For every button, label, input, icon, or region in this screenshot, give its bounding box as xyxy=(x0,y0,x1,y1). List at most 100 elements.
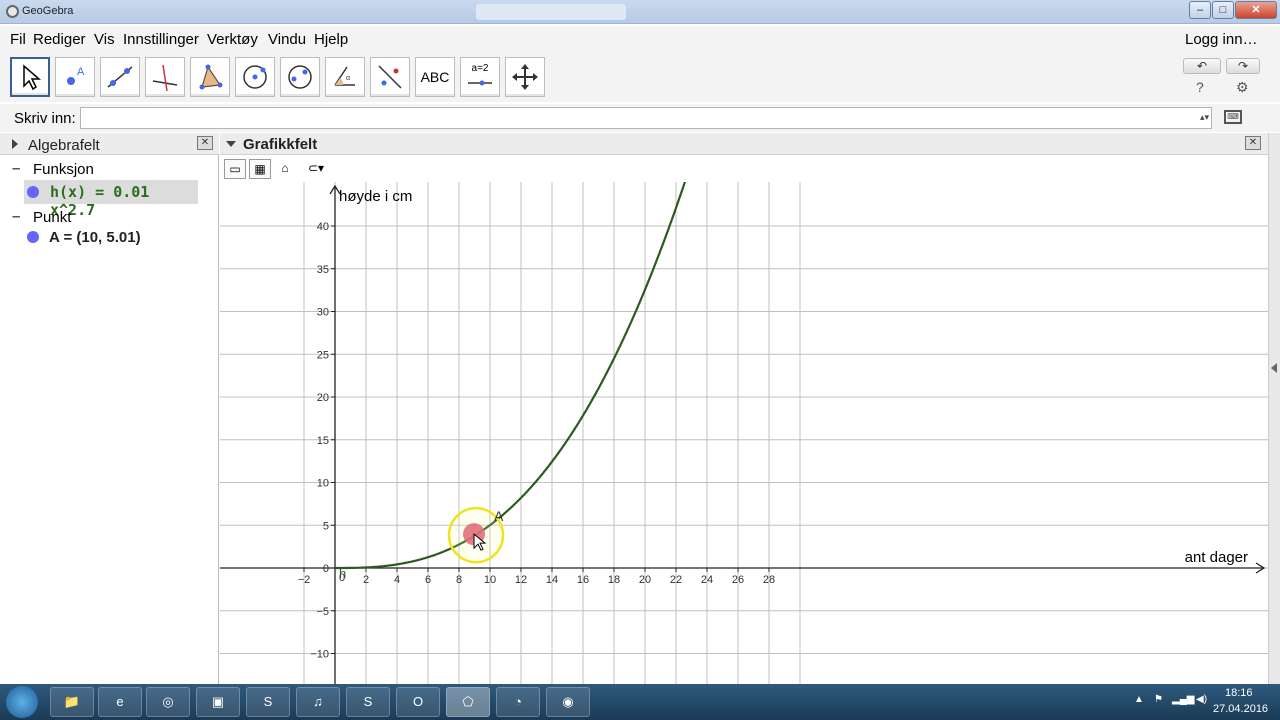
x-tick-label: 20 xyxy=(639,574,651,586)
menu-fil[interactable]: Fil xyxy=(10,31,26,48)
toolbar: A α ABC a=2 xyxy=(0,52,1280,102)
ellipse-icon xyxy=(288,65,312,89)
algebra-header[interactable]: Algebrafelt ✕ xyxy=(0,133,219,155)
input-field[interactable] xyxy=(80,107,1212,129)
point-capture-icon[interactable]: ⊂▾ xyxy=(298,159,334,179)
y-axis-label: høyde i cm xyxy=(339,188,412,205)
taskbar-outlook[interactable]: O xyxy=(396,687,440,717)
menu-vis[interactable]: Vis xyxy=(94,31,115,48)
settings-gear-icon[interactable]: ⚙ xyxy=(1236,79,1249,96)
perpendicular-tool-button[interactable] xyxy=(145,57,185,97)
x-tick-label: 14 xyxy=(546,574,558,586)
input-history-arrow-icon[interactable]: ▴▾ xyxy=(1200,112,1209,123)
slider-tool-button[interactable]: a=2 xyxy=(460,57,500,97)
maximize-button[interactable]: □ xyxy=(1212,1,1234,19)
point-tool-button[interactable]: A xyxy=(55,57,95,97)
taskbar-app-4[interactable]: ▣ xyxy=(196,687,240,717)
perpendicular-line-icon xyxy=(152,64,178,92)
close-button[interactable]: ✕ xyxy=(1235,1,1277,19)
algebra-close-icon[interactable]: ✕ xyxy=(197,136,213,150)
graphics-header[interactable]: Grafikkfelt ✕ xyxy=(220,133,1268,155)
point-a-label: A xyxy=(494,508,504,524)
x-tick-label: 16 xyxy=(577,574,589,586)
polygon-tool-button[interactable] xyxy=(190,57,230,97)
y-tick-label: 20 xyxy=(317,392,329,404)
start-button[interactable] xyxy=(6,686,38,718)
move-tool-button[interactable] xyxy=(10,57,50,97)
expand-arrow-icon[interactable] xyxy=(1271,363,1277,373)
angle-tool-button[interactable]: α xyxy=(325,57,365,97)
taskbar-app-10[interactable]: ◔ xyxy=(496,687,540,717)
axes-toggle-icon[interactable]: ▭ xyxy=(224,159,246,179)
point-definition[interactable]: A = (10, 5.01) xyxy=(49,229,141,246)
menu-bar: Fil Rediger Vis Innstillinger Verktøy Vi… xyxy=(0,26,1280,52)
taskbar-app-11[interactable]: ◉ xyxy=(546,687,590,717)
taskbar-geogebra[interactable]: ⬠ xyxy=(446,687,490,717)
menu-innstillinger[interactable]: Innstillinger xyxy=(123,31,199,48)
graphics-panel: Grafikkfelt ✕ ▭ ▦ ⌂ ⊂▾ −2 2 4 6 8 10 12 14 16 18 2… xyxy=(220,133,1268,684)
x-tick-label: 24 xyxy=(701,574,713,586)
reflect-tool-button[interactable] xyxy=(370,57,410,97)
graphics-close-icon[interactable]: ✕ xyxy=(1245,136,1261,150)
tray-flag-icon[interactable]: ⚑ xyxy=(1154,694,1163,705)
input-label: Skriv inn: xyxy=(14,110,76,127)
point-visibility-dot[interactable] xyxy=(27,231,39,243)
center-title xyxy=(476,4,626,20)
y-tick-label: 0 xyxy=(323,563,329,575)
svg-text:A: A xyxy=(77,66,85,78)
taskbar-ie[interactable]: e xyxy=(98,687,142,717)
home-icon[interactable]: ⌂ xyxy=(274,159,296,179)
line-tool-button[interactable] xyxy=(100,57,140,97)
tray-signal-icon[interactable]: ▂▄▆ xyxy=(1172,694,1194,705)
undo-button[interactable]: ↶ xyxy=(1183,58,1221,74)
y-tick-label: 30 xyxy=(317,307,329,319)
y-tick-label: 40 xyxy=(317,221,329,233)
taskbar-spotify[interactable]: ♫ xyxy=(296,687,340,717)
x-tick-label: −2 xyxy=(298,574,311,586)
taskbar-skype[interactable]: S xyxy=(246,687,290,717)
taskbar-chrome[interactable]: ◎ xyxy=(146,687,190,717)
x-axis-label: ant dager xyxy=(1185,549,1248,566)
collapse-triangle-icon[interactable] xyxy=(226,141,236,147)
taskbar: 📁 e ◎ ▣ S ♫ S O ⬠ ◔ ◉ ▲ ⚑ ▂▄▆ ◀) 18:16 2… xyxy=(0,684,1280,720)
graphics-title: Grafikkfelt xyxy=(243,136,318,153)
graph-canvas[interactable]: −2 2 4 6 8 10 12 14 16 18 20 22 24 26 28−10−5051015202… xyxy=(220,182,1268,684)
keyboard-icon[interactable]: ⌨ xyxy=(1224,110,1242,124)
tray-arrow-icon[interactable]: ▲ xyxy=(1134,694,1144,705)
menu-rediger[interactable]: Rediger xyxy=(33,31,86,48)
function-label: h xyxy=(339,566,346,581)
geogebra-logo-icon xyxy=(6,5,19,18)
menu-hjelp[interactable]: Hjelp xyxy=(314,31,348,48)
window-title: GeoGebra xyxy=(22,5,74,17)
taskbar-skype-2[interactable]: S xyxy=(346,687,390,717)
collapse-punkt-icon[interactable]: – xyxy=(12,208,20,225)
function-definition: h(x) = 0.01 x^2.7 xyxy=(50,183,150,219)
grid-toggle-icon[interactable]: ▦ xyxy=(249,159,271,179)
tray-volume-icon[interactable]: ◀) xyxy=(1196,694,1207,705)
clock-time[interactable]: 18:16 xyxy=(1225,687,1253,699)
y-tick-label: 15 xyxy=(317,435,329,447)
function-visibility-dot[interactable] xyxy=(27,186,39,198)
menu-vindu[interactable]: Vindu xyxy=(268,31,306,48)
login-link[interactable]: Logg inn… xyxy=(1185,31,1258,48)
clock-date[interactable]: 27.04.2016 xyxy=(1213,703,1268,715)
taskbar-explorer[interactable]: 📁 xyxy=(50,687,94,717)
function-row[interactable]: h(x) = 0.01 x^2.7 xyxy=(24,180,198,219)
function-curve[interactable] xyxy=(335,182,687,570)
text-tool-button[interactable]: ABC xyxy=(415,57,455,97)
move-graphics-tool-button[interactable] xyxy=(505,57,545,97)
expand-triangle-icon[interactable] xyxy=(12,139,18,149)
ellipse-tool-button[interactable] xyxy=(280,57,320,97)
collapse-funksjon-icon[interactable]: – xyxy=(12,160,20,177)
reflect-line-icon xyxy=(378,65,402,89)
help-icon[interactable]: ? xyxy=(1196,79,1204,95)
right-panel-strip[interactable] xyxy=(1268,133,1280,684)
grid-layer xyxy=(220,182,1268,684)
slider-tool-label: a=2 xyxy=(471,63,489,74)
minimize-button[interactable]: – xyxy=(1189,1,1211,19)
angle-icon: α xyxy=(334,66,355,86)
group-label-punkt: Punkt xyxy=(33,209,72,226)
menu-verktoy[interactable]: Verktøy xyxy=(207,31,258,48)
circle-tool-button[interactable] xyxy=(235,57,275,97)
redo-button[interactable]: ↷ xyxy=(1226,58,1260,74)
